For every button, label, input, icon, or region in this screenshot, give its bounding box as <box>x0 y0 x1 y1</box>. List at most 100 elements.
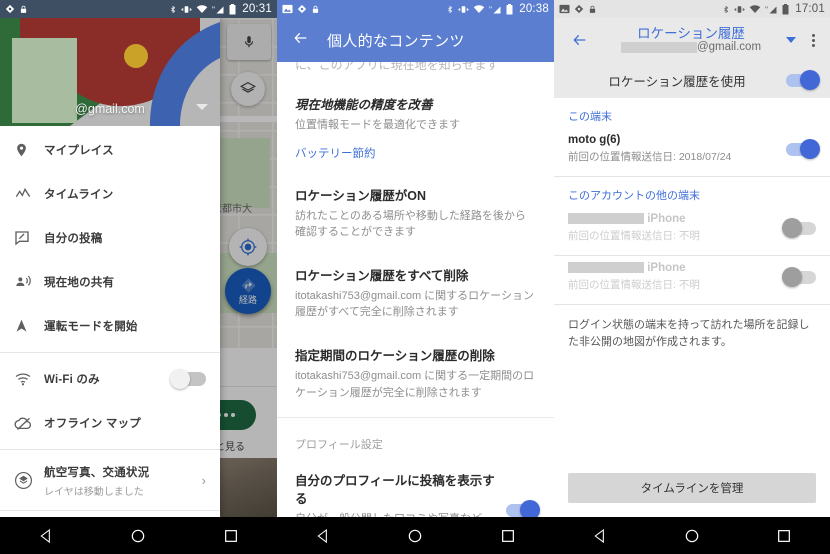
screenshot-root: 京都市大 経路 っと見る @gmail.com マイプレイス タイムライン 自分… <box>0 0 830 554</box>
nav-back-icon[interactable] <box>315 528 331 544</box>
master-toggle-label: ロケーション履歴を使用 <box>608 74 746 89</box>
status-bar-right-icons: H 20:31 <box>169 3 272 15</box>
device-row-iphone-2[interactable]: iPhone 前回の位置情報送信日: 不明 <box>554 256 830 304</box>
sidebar-item-my-places[interactable]: マイプレイス <box>0 128 220 172</box>
toggle-knob <box>782 266 802 287</box>
navigation-drawer: @gmail.com マイプレイス タイムライン 自分の投稿 現在地の共有 運転… <box>0 18 220 517</box>
block-title: 指定期間のロケーション履歴の削除 <box>295 348 495 363</box>
nav-recents-icon[interactable] <box>223 528 239 544</box>
toggle-knob <box>800 138 820 159</box>
block-title: ロケーション履歴がON <box>295 188 427 203</box>
sidebar-item-driving-mode[interactable]: 運転モードを開始 <box>0 304 220 348</box>
screen-maps-drawer: 京都市大 経路 っと見る @gmail.com マイプレイス タイムライン 自分… <box>0 0 277 554</box>
layers-icon <box>14 471 44 490</box>
sidebar-item-label: 現在地の共有 <box>44 277 115 289</box>
device-toggle[interactable] <box>782 266 816 287</box>
status-bar: H 20:31 <box>0 0 277 18</box>
location-icon <box>297 4 307 14</box>
hspa-signal-icon: H <box>212 4 224 13</box>
wifi-only-toggle[interactable] <box>170 369 206 389</box>
location-icon <box>574 4 584 14</box>
bluetooth-icon <box>171 5 176 13</box>
nav-recents-icon[interactable] <box>776 528 792 544</box>
sidebar-item-label: 自分の投稿 <box>44 233 103 245</box>
lock-icon <box>312 5 319 13</box>
overflow-menu-icon[interactable] <box>806 33 820 47</box>
sidebar-item-label: 運転モードを開始 <box>44 321 138 333</box>
back-arrow-icon[interactable] <box>564 32 596 48</box>
manage-timeline-button[interactable]: タイムラインを管理 <box>568 473 816 503</box>
drawer-account-email: @gmail.com <box>75 102 145 116</box>
screen-location-history: ロケーション履歴を使用 この端末 moto g(6) 前回の位置情報送信日: 2… <box>554 0 830 554</box>
drawer-menu-list: マイプレイス タイムライン 自分の投稿 現在地の共有 運転モードを開始 Wi-F… <box>0 126 220 517</box>
sidebar-item-timeline[interactable]: タイムライン <box>0 172 220 216</box>
dot-icon <box>811 33 815 37</box>
nav-home-icon[interactable] <box>407 528 423 544</box>
wifi-icon <box>749 5 761 13</box>
redacted-account-block <box>620 42 697 54</box>
photo-icon <box>559 4 570 14</box>
nav-back-icon[interactable] <box>592 528 608 544</box>
device-toggle[interactable] <box>786 138 820 159</box>
sidebar-item-label: 航空写真、交通状況 <box>44 466 150 479</box>
show-posts-toggle[interactable] <box>506 500 540 517</box>
device-row-iphone-1[interactable]: iPhone 前回の位置情報送信日: 不明 <box>554 207 830 255</box>
sidebar-item-share-location[interactable]: 現在地の共有 <box>0 260 220 304</box>
device-name: moto g(6) <box>568 134 621 146</box>
section-heading-profile: プロフィール設定 <box>295 439 383 451</box>
status-bar-right-icons: H 20:38 <box>446 3 549 15</box>
account-switcher-caret-icon[interactable] <box>196 104 208 110</box>
hspa-signal-icon: H <box>489 4 501 13</box>
sidebar-item-offline-maps[interactable]: オフライン マップ <box>0 401 220 445</box>
back-arrow-icon[interactable] <box>291 30 311 51</box>
battery-saver-link[interactable]: バッテリー節約 <box>295 145 536 161</box>
drawer-divider <box>0 449 220 450</box>
dot-icon <box>811 43 815 47</box>
chevron-down-icon[interactable] <box>786 37 796 43</box>
app-bar: 個人的なコンテンツ <box>277 18 554 62</box>
section-heading-other-devices: このアカウントの他の端末 <box>568 190 700 202</box>
status-bar-clock: 20:31 <box>242 3 272 15</box>
status-bar-left-icons <box>282 4 320 15</box>
device-name-text: iPhone <box>647 262 686 274</box>
nav-back-icon[interactable] <box>38 528 54 544</box>
device-toggle[interactable] <box>782 217 816 238</box>
battery-icon <box>506 3 513 14</box>
nav-home-icon[interactable] <box>684 528 700 544</box>
device-name: iPhone <box>568 262 786 274</box>
device-row-moto-g6[interactable]: moto g(6) 前回の位置情報送信日: 2018/07/24 <box>554 128 830 176</box>
app-bar-titles: ロケーション履歴 @gmail.com <box>596 26 786 55</box>
row-show-posts-on-profile[interactable]: 自分のプロフィールに投稿を表示する 自分が一般公開した口コミや写真などを、公開プ… <box>277 472 554 517</box>
sidebar-item-wifi-only[interactable]: Wi-Fi のみ <box>0 357 220 401</box>
app-bar: ロケーション履歴 @gmail.com <box>554 18 830 62</box>
status-bar-left-icons <box>5 4 28 15</box>
svg-text:H: H <box>765 4 768 9</box>
sidebar-item-satellite-traffic[interactable]: 航空写真、交通状況 レイヤは移動しました › <box>0 454 220 506</box>
block-improve-accuracy[interactable]: 現在地機能の精度を改善 位置情報モードを最適化できます バッテリー節約 <box>277 96 554 161</box>
redacted-name-block <box>568 213 644 225</box>
device-name: iPhone <box>568 213 786 225</box>
lock-icon <box>20 5 27 13</box>
block-title: ロケーション履歴をすべて削除 <box>295 268 469 283</box>
block-delete-all-history[interactable]: ロケーション履歴をすべて削除 itotakashi753@gmail.com に… <box>277 267 554 321</box>
hspa-signal-icon: H <box>765 4 777 13</box>
block-location-history-on[interactable]: ロケーション履歴がON 訪れたことのある場所や移動した経路を後から確認することが… <box>277 187 554 241</box>
status-bar-clock: 17:01 <box>795 3 825 15</box>
drawer-header[interactable]: @gmail.com <box>0 18 220 126</box>
device-last-report: 前回の位置情報送信日: 2018/07/24 <box>568 151 732 163</box>
screen-personal-content: に、このアプリに現在地を知らせます 現在地機能の精度を改善 位置情報モードを最適… <box>277 0 554 554</box>
row-use-location-history[interactable]: ロケーション履歴を使用 <box>554 62 830 98</box>
nav-home-icon[interactable] <box>130 528 146 544</box>
personal-content-scroll[interactable]: に、このアプリに現在地を知らせます 現在地機能の精度を改善 位置情報モードを最適… <box>277 62 554 517</box>
chevron-right-icon: › <box>201 472 206 488</box>
nav-recents-icon[interactable] <box>500 528 516 544</box>
toggle-knob <box>782 217 802 238</box>
sidebar-item-my-posts[interactable]: 自分の投稿 <box>0 216 220 260</box>
use-location-history-toggle[interactable] <box>786 69 820 90</box>
photo-icon <box>282 4 293 14</box>
block-delete-range-history[interactable]: 指定期間のロケーション履歴の削除 itotakashi753@gmail.com… <box>277 347 554 401</box>
